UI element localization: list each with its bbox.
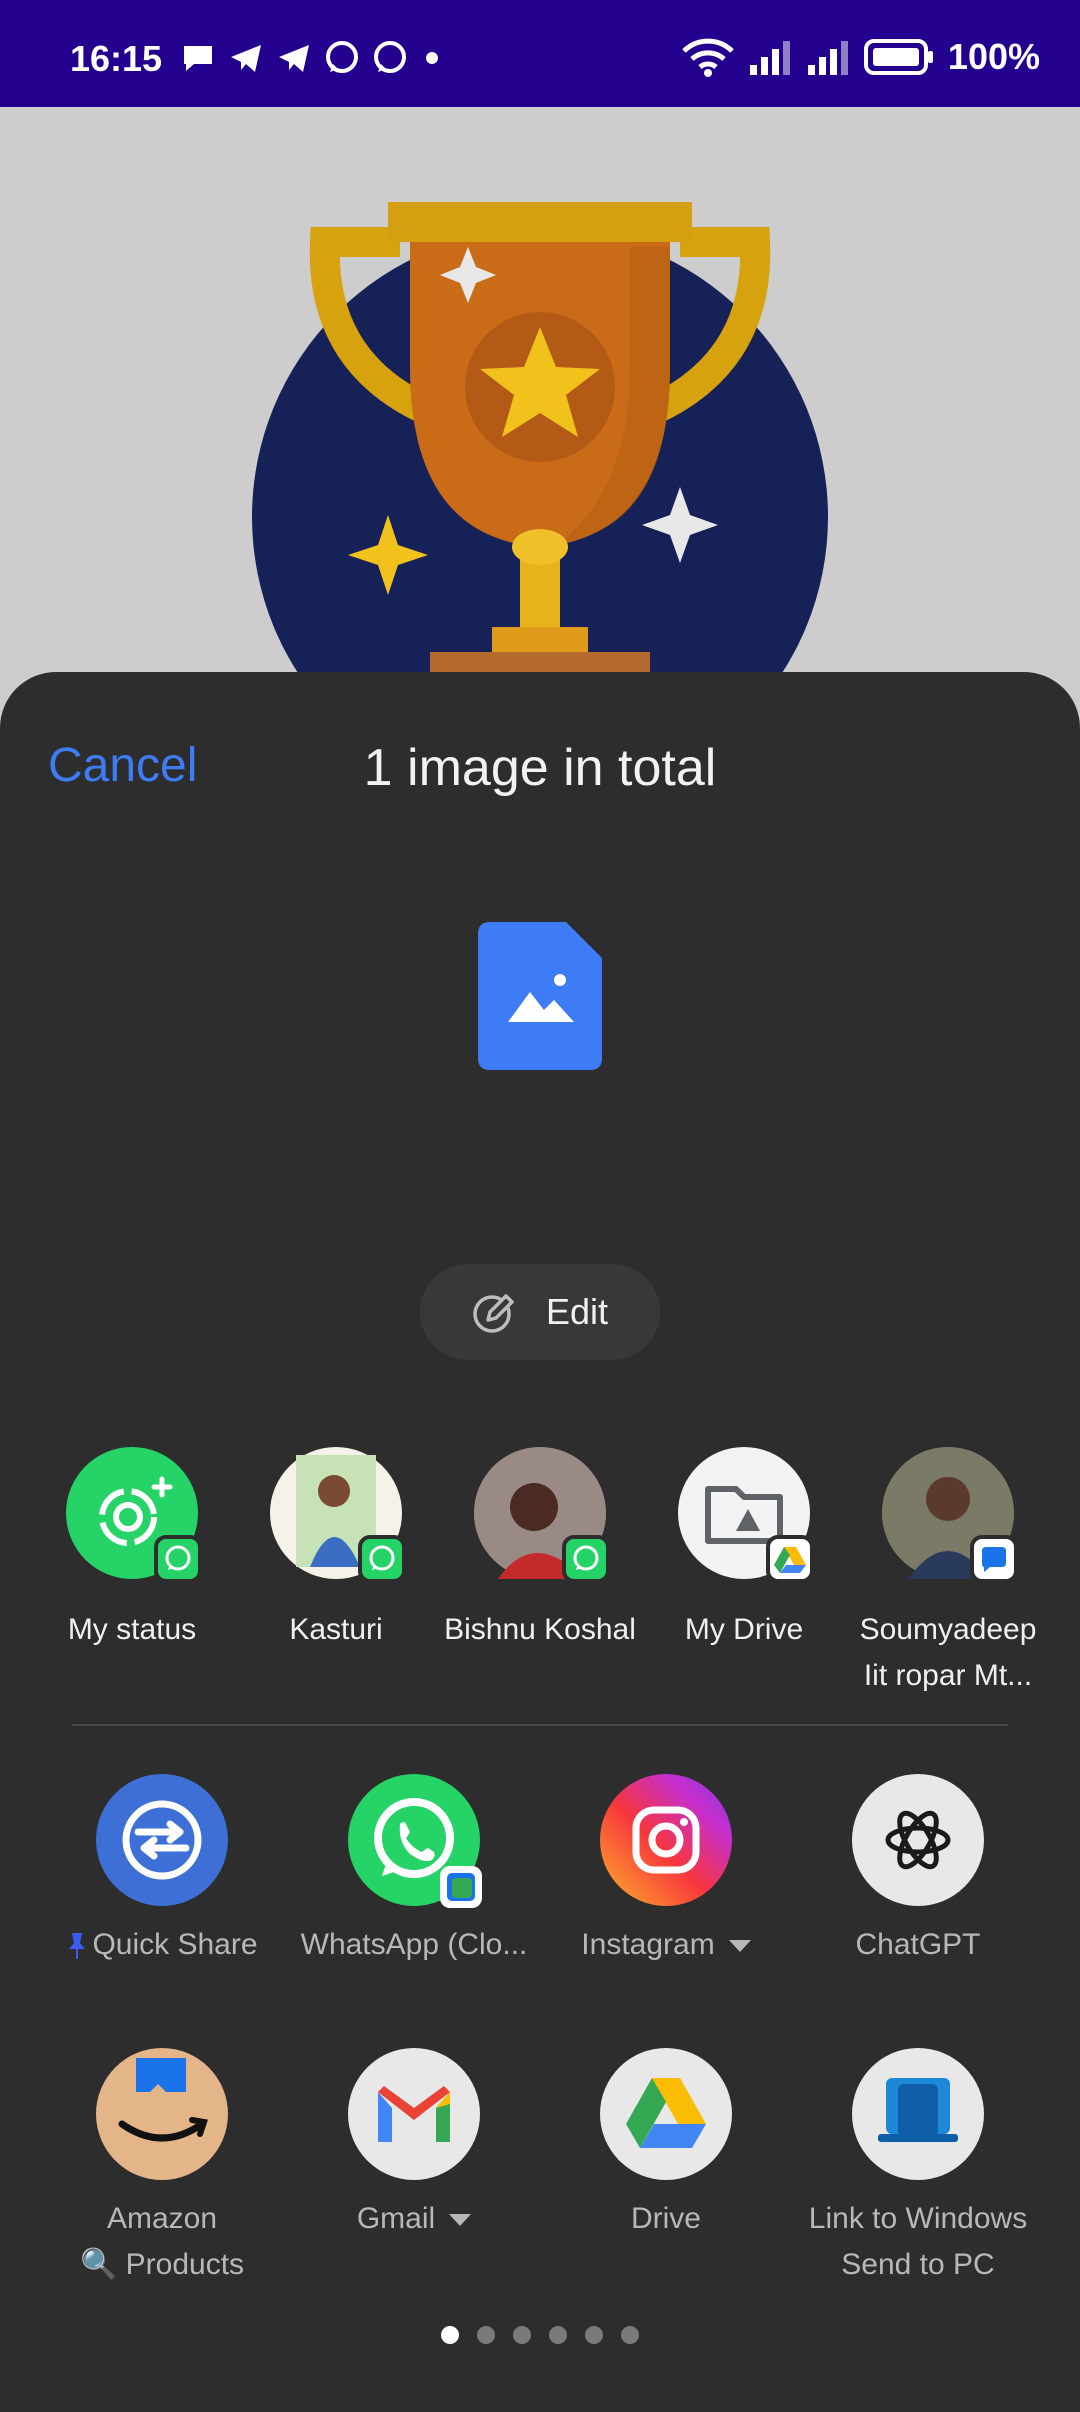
chat-bubble-icon: [184, 46, 212, 71]
direct-share-kasturi[interactable]: Kasturi: [234, 1447, 438, 1653]
direct-share-my-drive[interactable]: My Drive: [642, 1447, 846, 1653]
wifi-icon: [682, 38, 734, 77]
telegram-icon: [279, 45, 309, 72]
pin-icon: [69, 1933, 86, 1960]
notification-icons: [180, 40, 444, 76]
app-label: Drive: [630, 2202, 701, 2235]
direct-share-my-status[interactable]: My status: [30, 1447, 234, 1653]
app-label: Quick Share: [36, 1922, 288, 1968]
direct-share-label: Kasturi: [289, 1613, 383, 1646]
direct-share-label: Bishnu Koshal: [444, 1613, 636, 1646]
instagram-icon: [600, 1774, 732, 1906]
app-instagram[interactable]: Instagram: [540, 1774, 792, 1968]
whatsapp-icon: [326, 41, 358, 73]
messages-icon: [970, 1535, 1018, 1583]
more-notifications-dot-icon: [426, 52, 438, 64]
app-gmail[interactable]: Gmail: [288, 2048, 540, 2242]
whatsapp-icon: [562, 1535, 610, 1583]
battery-icon: [863, 39, 933, 75]
edit-label: Edit: [545, 1291, 609, 1332]
app-sublabel: Send to PC: [841, 2248, 995, 2281]
dropdown-caret-icon[interactable]: [728, 1940, 751, 1953]
page-dot[interactable]: [585, 2326, 603, 2344]
edit-pencil-icon: [473, 1294, 514, 1333]
share-sheet: 1 image in total Cancel Edit My status K…: [0, 672, 1080, 2412]
direct-share-bishnu-koshal[interactable]: Bishnu Koshal: [438, 1447, 642, 1653]
app-label-text: Quick Share: [92, 1928, 258, 1961]
app-link-to-windows[interactable]: Link to Windows Send to PC: [792, 2048, 1044, 2288]
app-label: Gmail: [288, 2196, 540, 2242]
app-sublabel: 🔍 Products: [79, 2248, 245, 2281]
page-dot[interactable]: [621, 2326, 639, 2344]
app-amazon[interactable]: Amazon 🔍 Products: [36, 2048, 288, 2288]
quick-share-icon: [96, 1774, 228, 1906]
trophy-illustration: [252, 202, 828, 707]
direct-share-label: My Drive: [684, 1613, 804, 1646]
app-drive[interactable]: Drive: [540, 2048, 792, 2242]
app-chatgpt[interactable]: ChatGPT: [792, 1774, 1044, 1968]
signal-strength-icon: [807, 41, 848, 75]
whatsapp-icon: [374, 41, 406, 73]
avatar: [678, 1447, 814, 1583]
avatar: [270, 1447, 406, 1583]
page-dot[interactable]: [513, 2326, 531, 2344]
whatsapp-icon: [358, 1535, 406, 1583]
signal-strength-icon: [749, 41, 790, 75]
direct-share-row: My status Kasturi Bishnu Koshal My Drive…: [0, 1447, 1080, 1707]
dropdown-caret-icon[interactable]: [449, 2214, 472, 2227]
clone-badge-icon: [440, 1866, 482, 1908]
amazon-icon: [96, 2048, 228, 2180]
app-label: WhatsApp (Clo...: [300, 1928, 528, 1961]
link-to-windows-icon: [852, 2048, 984, 2180]
avatar: [66, 1447, 202, 1583]
whatsapp-icon: [154, 1535, 202, 1583]
google-drive-icon: [766, 1535, 814, 1583]
app-label: ChatGPT: [855, 1928, 981, 1961]
google-drive-icon: [600, 2048, 732, 2180]
app-quick-share[interactable]: Quick Share: [36, 1774, 288, 1968]
page-dot[interactable]: [549, 2326, 567, 2344]
status-time: 16:15: [70, 38, 163, 79]
page-indicator: [0, 2326, 1080, 2344]
direct-share-soumyadeep[interactable]: Soumyadeep Iit ropar Mt...: [846, 1447, 1050, 1699]
cancel-button[interactable]: Cancel: [48, 738, 197, 793]
avatar: [474, 1447, 610, 1583]
gmail-icon: [348, 2048, 480, 2180]
telegram-icon: [231, 45, 261, 72]
page-dot[interactable]: [477, 2326, 495, 2344]
direct-share-label: Soumyadeep Iit ropar Mt...: [859, 1613, 1037, 1692]
shared-image-background: [0, 107, 1080, 707]
app-label-text: Instagram: [581, 1928, 715, 1961]
status-bar: 16:15 100%: [0, 0, 1080, 107]
system-status: 100%: [682, 36, 1040, 78]
app-whatsapp-clone[interactable]: WhatsApp (Clo...: [288, 1774, 540, 1968]
direct-share-label: My status: [67, 1613, 197, 1646]
app-label: Instagram: [540, 1922, 792, 1968]
edit-button[interactable]: Edit: [420, 1264, 660, 1360]
app-label: Link to Windows: [808, 2202, 1028, 2235]
avatar: [882, 1447, 1018, 1583]
whatsapp-icon: [348, 1774, 482, 1908]
chatgpt-icon: [852, 1774, 984, 1906]
battery-percentage: 100%: [947, 36, 1040, 77]
image-file-icon: [478, 922, 602, 1070]
app-label-text: Gmail: [356, 2202, 436, 2235]
page-dot-active[interactable]: [441, 2326, 459, 2344]
app-label: Amazon: [106, 2202, 218, 2235]
divider: [72, 1724, 1008, 1726]
